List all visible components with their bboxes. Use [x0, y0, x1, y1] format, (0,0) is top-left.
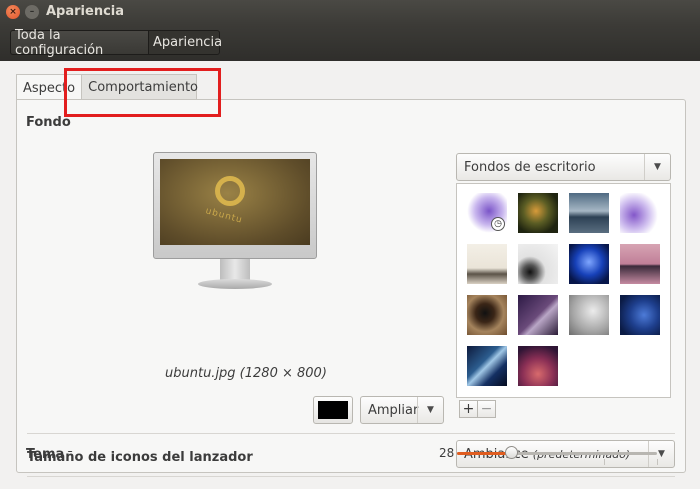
- background-label: Fondo: [26, 115, 71, 130]
- chevron-down-icon: ▼: [644, 154, 670, 180]
- wallpaper-thumbnail-lilac-flower[interactable]: ◷: [467, 193, 507, 233]
- launcher-size-label: Tamaño de iconos del lanzador: [27, 450, 253, 465]
- wallpaper-thumbnail-purple-stairs[interactable]: [518, 295, 558, 335]
- wallpaper-thumbnail-galaxy[interactable]: [467, 346, 507, 386]
- all-settings-button[interactable]: Toda la configuración: [10, 28, 148, 58]
- wallpaper-thumbnail-blue-bokeh[interactable]: [620, 295, 660, 335]
- wallpaper-thumbnail-mushroom[interactable]: [518, 193, 558, 233]
- wallpaper-source-select[interactable]: Fondos de escritorio ▼: [456, 153, 671, 181]
- appearance-panel: Fondo ubuntu ubuntu.jpg (1280 × 800) Amp…: [16, 99, 686, 477]
- background-color-button[interactable]: [313, 396, 353, 424]
- preview-screen: ubuntu: [160, 159, 310, 245]
- wallpaper-thumbnail-tunnel[interactable]: [467, 295, 507, 335]
- wallpaper-mode-select[interactable]: Ampliar ▼: [360, 396, 444, 424]
- color-swatch: [318, 401, 348, 419]
- breadcrumb-current[interactable]: Apariencia: [148, 30, 222, 55]
- launcher-size-slider[interactable]: [457, 446, 657, 459]
- wallpaper-grid: ◷: [456, 183, 671, 398]
- wallpaper-thumbnail-lilac-flower-2[interactable]: [620, 193, 660, 233]
- divider: [27, 433, 675, 434]
- wallpaper-add-remove: + −: [459, 400, 503, 418]
- close-icon[interactable]: ×: [6, 5, 20, 19]
- main-area: Aspecto Comportamiento Fondo ubuntu ubun…: [0, 61, 700, 489]
- wallpaper-thumbnail-blue-jellyfish[interactable]: [569, 244, 609, 284]
- wallpaper-thumbnail-gray-abstract[interactable]: [518, 244, 558, 284]
- monitor-stand: [220, 259, 250, 281]
- wallpaper-name: ubuntu.jpg (1280 × 800): [165, 366, 327, 381]
- wallpaper-preview: ubuntu: [153, 152, 317, 298]
- wallpaper-thumbnail-pink-lake[interactable]: [620, 244, 660, 284]
- preview-logo-text: ubuntu: [204, 206, 244, 226]
- slider-fill: [457, 452, 511, 455]
- ubuntu-logo-icon: [215, 176, 245, 206]
- minimize-icon[interactable]: –: [25, 5, 39, 19]
- wallpaper-thumbnail-foggy-landscape[interactable]: [467, 244, 507, 284]
- toolbar: Toda la configuración Apariencia: [0, 25, 700, 61]
- add-wallpaper-button[interactable]: +: [459, 400, 478, 418]
- slider-tick: [604, 459, 605, 465]
- slider-handle[interactable]: [505, 446, 518, 459]
- wallpaper-thumbnail-gray-bird[interactable]: [569, 295, 609, 335]
- highlight-box: [64, 68, 221, 117]
- launcher-size-value: 28: [439, 446, 455, 460]
- remove-wallpaper-button[interactable]: −: [477, 400, 496, 418]
- wallpaper-thumbnail-stormy-sea[interactable]: [569, 193, 609, 233]
- monitor-frame: ubuntu: [153, 152, 317, 259]
- chevron-down-icon: ▼: [417, 397, 443, 423]
- divider: [27, 476, 675, 477]
- wallpaper-source-value: Fondos de escritorio: [464, 159, 596, 175]
- window-title: Apariencia: [46, 4, 125, 19]
- title-bar: × – Apariencia: [0, 0, 700, 25]
- slider-tick: [657, 459, 658, 465]
- wallpaper-thumbnail-red-nebula[interactable]: [518, 346, 558, 386]
- clock-icon: ◷: [491, 217, 505, 231]
- wallpaper-mode-value: Ampliar: [368, 402, 419, 418]
- monitor-base: [198, 279, 272, 289]
